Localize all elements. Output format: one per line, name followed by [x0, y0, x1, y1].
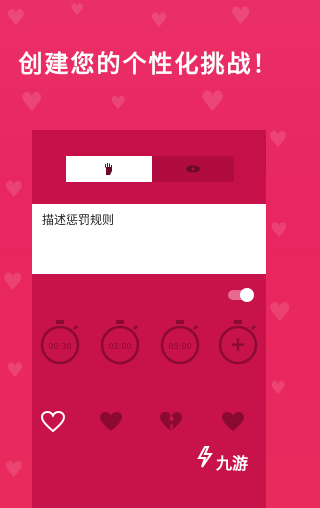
heart-filled-icon	[100, 412, 122, 431]
bg-heart-icon: ♥	[200, 85, 226, 118]
bg-heart-icon: ♥	[4, 178, 24, 203]
bg-heart-icon: ♥	[2, 268, 24, 296]
bg-heart-icon: ♥	[20, 88, 44, 118]
bg-heart-icon: ♥	[70, 0, 85, 19]
toggle-knob	[240, 288, 254, 302]
heart-option-outline[interactable]	[40, 410, 66, 434]
mode-selector-area	[32, 130, 266, 200]
bg-heart-icon: ♥	[230, 2, 252, 30]
timer-label: 05:00	[168, 342, 192, 351]
hand-icon	[105, 163, 112, 175]
heart-option-filled[interactable]	[98, 410, 124, 434]
bg-heart-icon: ♥	[110, 93, 127, 114]
watermark-text: 九游	[216, 454, 249, 473]
heart-option-filled-2[interactable]	[220, 410, 246, 434]
timer-option-30s[interactable]: 00:30	[38, 318, 82, 368]
timer-option-1m[interactable]: 01:00	[98, 318, 142, 368]
heart-filled-icon	[222, 412, 244, 431]
timer-label: 00:30	[48, 342, 72, 351]
timer-add-custom[interactable]: +	[216, 318, 260, 368]
bg-heart-icon: ♥	[270, 218, 288, 242]
bg-heart-icon: ♥	[270, 378, 287, 399]
penalty-rule-input[interactable]: 描述惩罚规则	[32, 204, 266, 274]
mode-tab-eye[interactable]	[152, 156, 234, 182]
bg-heart-icon: ♥	[4, 458, 24, 483]
heart-outline-icon	[40, 410, 66, 433]
heart-broken-icon	[160, 412, 182, 431]
timer-toggle[interactable]	[228, 288, 254, 302]
heart-option-broken[interactable]	[158, 410, 184, 434]
page-title: 创建您的个性化挑战！	[18, 50, 279, 78]
bg-heart-icon: ♥	[6, 6, 26, 31]
plus-icon: +	[229, 332, 247, 356]
mode-tab-hand[interactable]	[66, 156, 152, 182]
logo-icon	[197, 446, 213, 468]
bg-heart-icon: ♥	[268, 298, 292, 328]
timer-option-5m[interactable]: 05:00	[158, 318, 202, 368]
eye-icon	[186, 165, 200, 173]
bg-heart-icon: ♥	[6, 358, 24, 382]
bg-heart-icon: ♥	[150, 8, 168, 32]
timer-label: 01:00	[108, 342, 132, 351]
watermark	[196, 446, 214, 472]
bg-heart-icon: ♥	[268, 128, 288, 153]
